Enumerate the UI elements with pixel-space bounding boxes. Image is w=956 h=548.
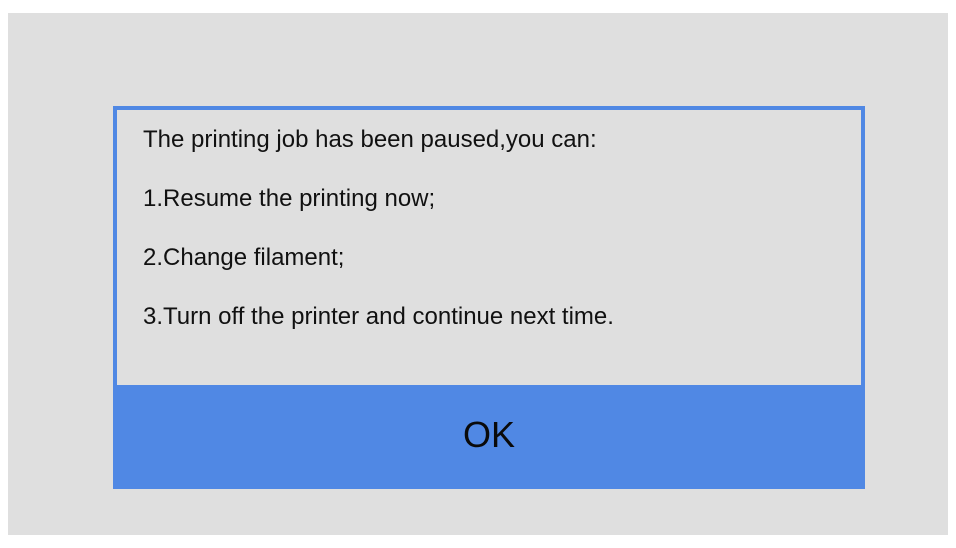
pause-dialog: The printing job has been paused,you can…: [113, 106, 865, 489]
message-line-change-filament: 2.Change filament;: [143, 244, 345, 271]
printer-screen: The printing job has been paused,you can…: [8, 13, 948, 535]
message-line-resume: 1.Resume the printing now;: [143, 185, 436, 212]
message-line-intro: The printing job has been paused,you can…: [143, 126, 597, 153]
ok-button[interactable]: OK: [117, 385, 861, 485]
dialog-message: The printing job has been paused,you can…: [143, 128, 851, 364]
message-line-turn-off: 3.Turn off the printer and continue next…: [143, 303, 614, 330]
